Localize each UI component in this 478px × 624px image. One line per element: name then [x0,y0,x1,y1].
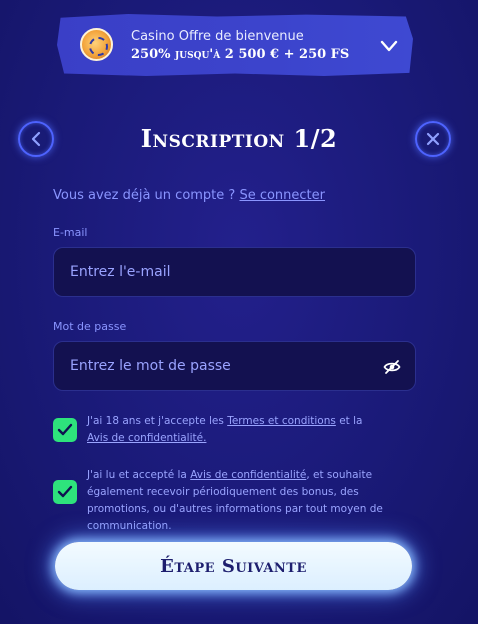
eye-hidden-icon[interactable] [383,358,401,376]
email-label: E-mail [53,226,88,239]
terms-checkbox[interactable] [53,418,77,442]
bonus-wheel-icon [80,28,113,61]
marketing-privacy-link[interactable]: Avis de confidentialité [190,469,306,481]
bonus-title: Casino Offre de bienvenue [131,29,304,44]
login-prompt-text: Vous avez déjà un compte ? [53,188,236,203]
terms-text-part2: et la [335,415,363,427]
email-field[interactable] [70,264,415,280]
password-label: Mot de passe [53,320,127,333]
terms-link[interactable]: Termes et conditions [227,415,336,427]
terms-consent-text: J'ai 18 ans et j'accepte les Termes et c… [87,413,422,447]
password-field[interactable] [70,358,415,374]
page-title: Inscription 1/2 [140,124,338,153]
next-step-button[interactable]: Étape Suivante [55,542,412,590]
login-link[interactable]: Se connecter [239,188,325,203]
close-icon [426,132,440,146]
login-prompt: Vous avez déjà un compte ? Se connecter [53,188,325,203]
close-button[interactable] [415,121,451,157]
email-field-container [53,247,416,297]
check-icon [57,485,73,498]
terms-text-part1: J'ai 18 ans et j'accepte les [87,415,228,427]
password-field-container [53,341,416,391]
check-icon [57,423,73,436]
privacy-link[interactable]: Avis de confidentialité. [87,432,206,444]
marketing-consent-text: J'ai lu et accepté la Avis de confidenti… [87,467,422,535]
chevron-down-icon[interactable] [380,38,398,54]
marketing-checkbox[interactable] [53,480,77,504]
marketing-text-part1: J'ai lu et accepté la [87,469,191,481]
bonus-offer: 250% jusqu'à 2 500 € + 250 FS [131,47,350,62]
